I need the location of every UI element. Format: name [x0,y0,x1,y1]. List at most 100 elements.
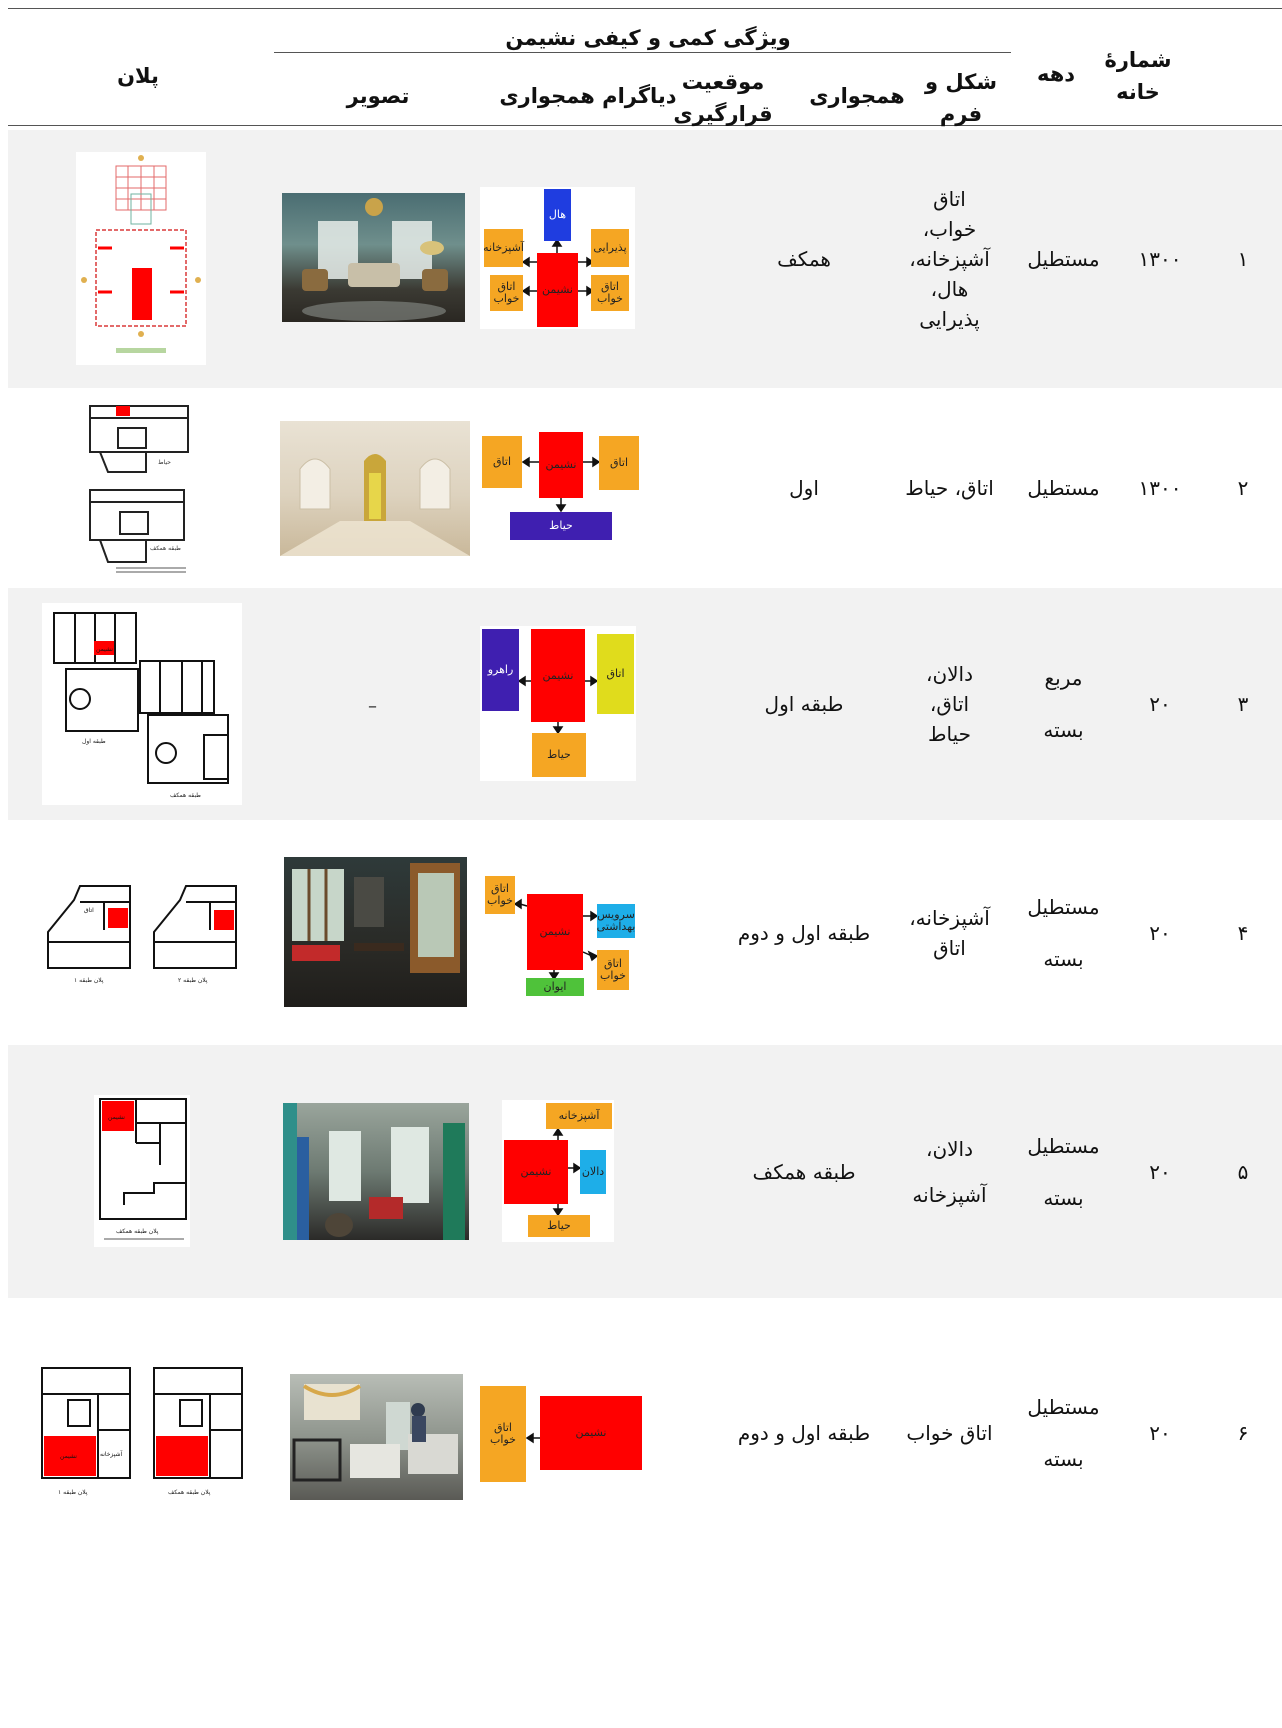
diagram-left-top: آشپزخانه [483,229,524,267]
plan-label: نشیمن [108,1114,125,1121]
diagram-right-top: پذیرایی [591,229,629,267]
col-header-house-number: شمارۀ خانه [1104,48,1172,104]
floor-plan-drawing [81,155,201,353]
diagram-left: راهرو [482,629,519,711]
plan-label: پلان طبقه ۲ [178,977,208,984]
header-bottom-rule [8,125,1282,126]
photo-sketch [283,1103,465,1240]
living-room-photo [280,421,470,556]
adjacency: اتاق خواب، آشپزخانه، هال، پذیرایی [909,187,990,331]
image-missing-dash: – [368,696,377,717]
diagram-left: اتاق [482,436,522,488]
diagram-left: اتاق خواب [480,1386,526,1482]
table-row: ۳ ۲۰ مربع بسته دالان، اتاق، حیاط طبقه او… [8,588,1282,820]
col-header-image: تصویر [346,84,410,108]
decade: ۲۰ [1149,692,1171,716]
floor-plan-drawing: اتاق پلان طبقه ۱ پلان طبقه ۲ [47,885,237,984]
col-header-decade: دهه [1036,62,1076,86]
floor-plan [76,152,206,365]
diagram-right-top: سرویس بهداشتی [597,904,635,938]
position: طبقه اول و دوم [737,1421,871,1445]
decade: ۲۰ [1149,920,1171,945]
photo-sketch [292,1384,458,1482]
floor-plan: اتاق پلان طبقه ۱ پلان طبقه ۲ [44,880,242,990]
decade: ۲۰ [1149,1421,1171,1445]
adjacency: اتاق خواب [906,1421,993,1445]
shape: مربع بسته [1043,666,1084,742]
workshop-photo [290,1374,463,1500]
diagram-left-bottom: اتاق خواب [490,275,523,311]
diagram-right: اتاق [599,436,639,490]
photo-sketch [292,863,460,973]
table-row: ۶ ۲۰ مستطیل بسته اتاق خواب طبقه اول و دو… [8,1298,1282,1568]
decade: ۲۰ [1149,1159,1171,1184]
decade: ۱۳۰۰ [1138,476,1182,500]
adjacency-diagram: نشیمن اتاق خواب سرویس بهداشتی اتاق خواب … [482,874,638,998]
adjacency-diagram: نشیمن آشپزخانه دالان حیاط [502,1100,614,1242]
shape: مستطیل بسته [1027,1133,1100,1210]
diagram-bottom: حیاط [528,1215,590,1237]
living-room-photo [282,193,465,322]
position: همکف [777,247,831,271]
adjacency: دالان، آشپزخانه [912,1136,987,1207]
shape: مستطیل [1027,476,1100,500]
living-room-photo [284,857,467,1007]
diagram-top: هال [544,189,571,241]
plan-label: نشیمن [96,646,113,653]
col-header-plan: پلان [117,64,159,88]
floor-plan: حیاط طبقه همکف [86,402,198,574]
shape: مستطیل بسته [1027,1395,1100,1471]
position: اول [789,476,819,500]
diagram-living: نشیمن [527,894,583,970]
adjacency-diagram: نشیمن اتاق اتاق حیاط [480,428,640,546]
adjacency-diagram: نشیمن راهرو اتاق حیاط [480,626,636,781]
floor-plan-drawing: حیاط طبقه همکف [89,405,189,573]
floor-plan-drawing: نشیمن آشپزخانه پلان طبقه ۱ پلان طبقه همک… [41,1367,243,1496]
living-room-photo [283,1103,469,1240]
photo-sketch [280,454,470,556]
diagram-bottom: حیاط [532,733,586,777]
diagram-living: نشیمن [504,1140,568,1204]
diagram-right: دالان [580,1150,606,1194]
plan-label: پلان طبقه ۱ [58,1489,88,1496]
adjacency-diagram: نشیمن هال آشپزخانه اتاق خواب پذیرایی اتا… [480,187,635,329]
diagram-left-top: اتاق خواب [485,876,515,914]
diagram-right-bottom: اتاق خواب [597,950,629,990]
adjacency-diagram: نشیمن اتاق خواب [478,1382,644,1486]
plan-label: حیاط [158,459,171,466]
floor-plan-drawing: نشیمن طبقه اول طبقه همکف [53,612,229,799]
adjacency: دالان، اتاق، حیاط [925,662,973,746]
col-header-shape: شکل و فرم [925,70,997,126]
diagram-top: آشپزخانه [546,1103,612,1129]
position: طبقه اول [764,692,844,716]
diagram-living: نشیمن [539,432,583,498]
plan-label: آشپزخانه [100,1449,123,1458]
shape: مستطیل [1027,247,1100,271]
house-number: ۱ [1237,247,1249,271]
house-number: ۶ [1237,1421,1249,1445]
col-header-adjacency: همجواری [809,84,905,108]
plan-label: اتاق [84,907,94,914]
adjacency: آشپزخانه، اتاق [909,905,990,960]
decade: ۱۳۰۰ [1138,247,1182,271]
floor-plan: نشیمن پلان طبقه همکف [94,1095,190,1247]
plan-label: پلان طبقه همکف [116,1228,159,1235]
diagram-right-bottom: اتاق خواب [591,275,629,311]
table-top-rule [8,8,1282,9]
house-number: ۵ [1237,1159,1249,1184]
plan-label: طبقه اول [82,738,106,745]
plan-label: طبقه همکف [150,545,181,552]
floor-plan: نشیمن آشپزخانه پلان طبقه ۱ پلان طبقه همک… [38,1364,250,1504]
house-number: ۲ [1237,476,1249,500]
group-title: ویژگی کمی و کیفی نشیمن [505,26,791,50]
table-row: ۴ ۲۰ مستطیل بسته آشپزخانه، اتاق طبقه اول… [8,820,1282,1045]
diagram-living: نشیمن [540,1396,642,1470]
position: طبقه همکف [752,1159,856,1184]
housing-table: ویژگی کمی و کیفی نشیمن پلان تصویر دیاگرا… [8,0,1282,1728]
photo-sketch [302,198,448,321]
shape: مستطیل بسته [1027,894,1100,971]
diagram-bottom: حیاط [510,512,612,540]
plan-label: طبقه همکف [170,792,201,799]
table-row: ۲ ۱۳۰۰ مستطیل اتاق، حیاط اول نشیمن اتاق … [8,388,1282,588]
diagram-living: نشیمن [531,629,585,722]
